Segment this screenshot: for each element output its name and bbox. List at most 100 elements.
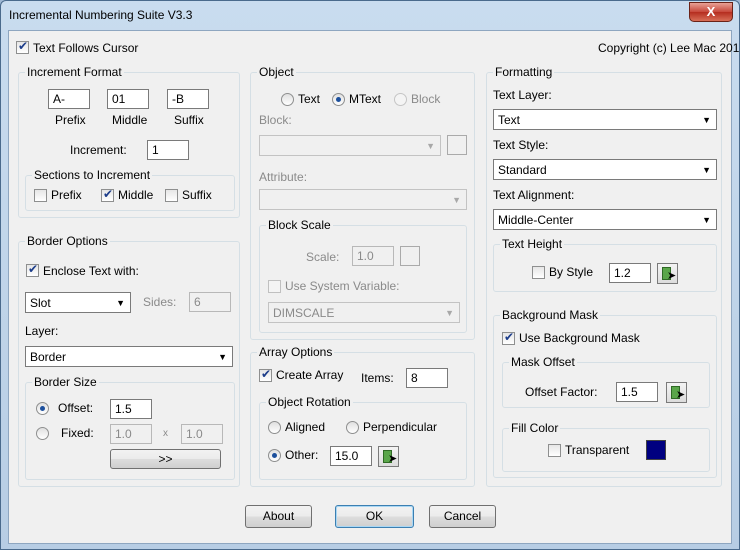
sysvar-dropdown[interactable]: DIMSCALE ▼ <box>268 302 460 323</box>
object-rotation-title: Object Rotation <box>266 395 353 409</box>
section-middle-checkbox[interactable] <box>101 187 114 202</box>
height-pick-button[interactable]: ➤ <box>657 263 678 284</box>
object-mtext-radio[interactable] <box>332 93 345 106</box>
border-options-group: Border Options Enclose Text with: Slot▼ … <box>18 234 240 487</box>
background-mask-title: Background Mask <box>500 308 601 322</box>
aligned-radio[interactable] <box>268 421 281 434</box>
border-layer-label: Layer: <box>25 324 59 338</box>
scale-input[interactable]: 1.0 <box>352 246 394 266</box>
other-radio[interactable] <box>268 449 281 462</box>
object-block-radio[interactable] <box>394 93 407 106</box>
fixed-radio[interactable] <box>36 427 49 440</box>
transparent-checkbox[interactable] <box>548 444 561 457</box>
object-group: Object Text MText Block Block: ▼ Attribu… <box>250 65 475 340</box>
use-sysvar-checkbox[interactable] <box>268 280 281 293</box>
title-bar[interactable]: Incremental Numbering Suite V3.3 X <box>1 1 739 29</box>
items-input[interactable]: 8 <box>406 368 448 388</box>
cancel-button[interactable]: Cancel <box>429 505 496 528</box>
border-size-title: Border Size <box>32 375 99 389</box>
border-shape-dropdown[interactable]: Slot ▼ <box>25 292 131 313</box>
middle-caption: Middle <box>112 113 148 127</box>
section-prefix-checkbox[interactable] <box>34 189 47 202</box>
text-height-input[interactable]: 1.2 <box>609 263 651 283</box>
chevron-down-icon: ▼ <box>702 215 711 225</box>
increment-input[interactable]: 1 <box>147 140 189 160</box>
about-button[interactable]: About <box>245 505 312 528</box>
cursor-icon: ➤ <box>388 452 398 465</box>
follow-cursor-checkbox[interactable] <box>16 39 29 54</box>
array-options-group: Array Options Create Array Items: 8 Obje… <box>250 345 475 487</box>
formatting-title: Formatting <box>493 65 555 79</box>
text-alignment-dropdown[interactable]: Middle-Center ▼ <box>493 209 717 230</box>
cursor-icon: ➤ <box>676 388 686 401</box>
border-layer-value: Border <box>30 350 67 364</box>
fixed-label: Fixed: <box>61 426 94 440</box>
rotation-other-input[interactable]: 15.0 <box>330 446 372 466</box>
chevron-down-icon: ▼ <box>452 195 461 205</box>
object-mtext-label: MText <box>349 92 382 106</box>
middle-input[interactable]: 01 <box>107 89 149 109</box>
rotation-pick-button[interactable]: ➤ <box>378 446 399 467</box>
object-text-radio[interactable] <box>281 93 294 106</box>
border-layer-dropdown[interactable]: Border ▼ <box>25 346 233 367</box>
offset-factor-input[interactable]: 1.5 <box>616 382 658 402</box>
chevron-down-icon: ▼ <box>426 141 435 151</box>
block-pick-button[interactable] <box>447 135 467 155</box>
items-label: Items: <box>361 371 394 385</box>
create-array-label: Create Array <box>276 368 344 382</box>
border-options-title: Border Options <box>25 234 110 248</box>
enclose-text-label: Enclose Text with: <box>43 264 139 278</box>
use-mask-checkbox[interactable] <box>502 330 515 345</box>
scale-pick-button[interactable] <box>400 246 420 266</box>
fixed-width-input[interactable]: 1.0 <box>110 424 152 444</box>
fill-color-swatch[interactable] <box>646 440 666 460</box>
object-text-label: Text <box>298 92 321 106</box>
more-options-button[interactable]: >> <box>110 449 221 469</box>
create-array-checkbox[interactable] <box>259 367 272 382</box>
chevron-down-icon: ▼ <box>445 308 454 318</box>
block-label: Block: <box>259 113 292 127</box>
object-block-label: Block <box>411 92 441 106</box>
text-alignment-label: Text Alignment: <box>493 188 575 202</box>
fill-color-group: Fill Color Transparent <box>502 421 710 472</box>
follow-cursor-label: Text Follows Cursor <box>33 41 139 55</box>
text-alignment-value: Middle-Center <box>498 213 574 227</box>
cursor-icon: ➤ <box>667 269 677 282</box>
array-options-title: Array Options <box>257 345 335 359</box>
text-style-dropdown[interactable]: Standard ▼ <box>493 159 717 180</box>
use-mask-label: Use Background Mask <box>519 331 640 345</box>
text-layer-label: Text Layer: <box>493 88 552 102</box>
offset-radio[interactable] <box>36 402 49 415</box>
text-height-group: Text Height By Style 1.2 ➤ <box>493 237 717 292</box>
border-offset-input[interactable]: 1.5 <box>110 399 152 419</box>
by-style-label: By Style <box>549 265 594 279</box>
sections-to-increment-group: Sections to Increment Prefix Middle Suff… <box>25 168 235 211</box>
text-layer-value: Text <box>498 113 521 127</box>
text-style-label: Text Style: <box>493 138 549 152</box>
text-height-title: Text Height <box>500 237 565 251</box>
by-style-checkbox[interactable] <box>532 266 545 279</box>
attribute-dropdown[interactable]: ▼ <box>259 189 467 210</box>
offset-pick-button[interactable]: ➤ <box>666 382 687 403</box>
fixed-x-separator: x <box>163 428 168 439</box>
scale-label: Scale: <box>306 250 340 264</box>
prefix-input[interactable]: A- <box>48 89 90 109</box>
sides-input[interactable]: 6 <box>189 292 231 312</box>
sections-title: Sections to Increment <box>32 168 153 182</box>
perpendicular-radio[interactable] <box>346 421 359 434</box>
prefix-caption: Prefix <box>55 113 86 127</box>
text-layer-dropdown[interactable]: Text ▼ <box>493 109 717 130</box>
section-suffix-checkbox[interactable] <box>165 189 178 202</box>
background-mask-group: Background Mask Use Background Mask Mask… <box>493 308 717 478</box>
suffix-input[interactable]: -B <box>167 89 209 109</box>
chevron-down-icon: ▼ <box>116 298 125 308</box>
enclose-text-checkbox[interactable] <box>26 262 39 277</box>
close-button[interactable]: X <box>689 2 733 22</box>
ok-button[interactable]: OK <box>335 505 414 528</box>
border-shape-value: Slot <box>30 296 51 310</box>
section-prefix-label: Prefix <box>51 188 82 202</box>
copyright-text: Copyright (c) Lee Mac 2012 <box>598 41 740 55</box>
block-dropdown[interactable]: ▼ <box>259 135 441 156</box>
fixed-height-input[interactable]: 1.0 <box>181 424 223 444</box>
suffix-caption: Suffix <box>174 113 204 127</box>
